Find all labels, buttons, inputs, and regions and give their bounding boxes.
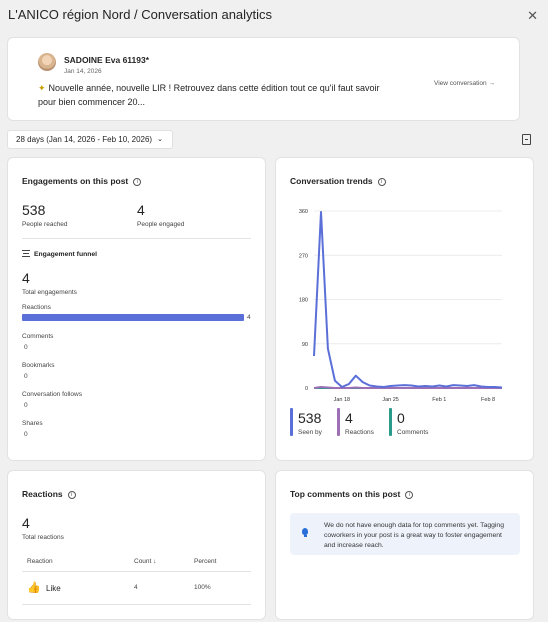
date-range-label: 28 days (Jan 14, 2026 - Feb 10, 2026) <box>16 135 153 144</box>
info-icon[interactable]: i <box>133 178 142 186</box>
post-text-line1: Nouvelle année, nouvelle LIR ! Retrouvez… <box>48 83 380 93</box>
top-comments-title-text: Top comments on this post <box>290 489 401 499</box>
info-icon[interactable]: i <box>405 491 414 499</box>
total-reactions-value: 4 <box>22 515 30 531</box>
post-date: Jan 14, 2026 <box>64 68 102 75</box>
top-comments-card: Top comments on this post i We do not hav… <box>275 470 534 620</box>
funnel-bar-reactions <box>22 314 244 321</box>
legend-bar-reactions <box>337 408 340 436</box>
post-author: SADOINE Eva 61193* <box>64 55 150 65</box>
thumbs-up-icon: 👍 <box>27 582 41 594</box>
lightbulb-icon <box>302 528 308 537</box>
y-tick-label: 270 <box>299 253 308 259</box>
bookmark-icon[interactable] <box>522 134 531 145</box>
page-title: L'ANICO région Nord / Conversation analy… <box>8 7 273 22</box>
funnel-value-bookmarks: 0 <box>24 373 28 380</box>
reaction-row-label: Like <box>46 584 61 593</box>
engaged-label: People engaged <box>137 221 185 228</box>
legend-value-seen: 538 <box>298 410 322 426</box>
total-engagements-value: 4 <box>22 270 30 286</box>
legend-label-reactions: Reactions <box>345 429 374 436</box>
funnel-label-bookmarks: Bookmarks <box>22 362 55 369</box>
x-tick-label: Feb 8 <box>481 397 495 403</box>
trends-card: Conversation trends i 360 270 180 90 0 Jan 18 J… <box>275 157 534 461</box>
funnel-value-follows: 0 <box>24 402 28 409</box>
view-conversation-link[interactable]: View conversation → <box>434 80 495 87</box>
legend-value-comments: 0 <box>397 410 405 426</box>
reactions-title-text: Reactions <box>22 489 63 499</box>
column-header-count[interactable]: Count ↓ <box>134 558 156 565</box>
top-comments-title: Top comments on this post i <box>290 489 414 499</box>
legend-bar-seen <box>290 408 293 436</box>
funnel-value-reactions: 4 <box>247 314 251 321</box>
date-range-dropdown[interactable]: 28 days (Jan 14, 2026 - Feb 10, 2026) ⌄ <box>7 130 173 149</box>
divider <box>22 604 251 605</box>
sparkle-icon: ✦ <box>38 83 46 93</box>
legend-label-comments: Comments <box>397 429 429 436</box>
total-reactions-label: Total reactions <box>22 534 64 541</box>
trend-chart[interactable]: 360 270 180 90 0 Jan 18 Jan 25 Feb 1 Feb 8 <box>276 198 535 413</box>
funnel-icon <box>22 250 30 257</box>
y-tick-label: 90 <box>302 342 308 348</box>
funnel-label-reactions: Reactions <box>22 304 51 311</box>
legend-bar-comments <box>389 408 392 436</box>
column-header-reaction: Reaction <box>27 558 53 565</box>
legend-label-seen: Seen by <box>298 429 322 436</box>
x-tick-label: Jan 18 <box>334 397 351 403</box>
y-tick-label: 360 <box>299 209 308 215</box>
funnel-label-comments: Comments <box>22 333 54 340</box>
funnel-label-follows: Conversation follows <box>22 391 82 398</box>
funnel-title-text: Engagement funnel <box>34 251 98 258</box>
reactions-card: Reactions i 4 Total reactions Reaction Co… <box>7 470 266 620</box>
engagements-card: Engagements on this post i 538 People rea… <box>7 157 266 461</box>
post-text-line2: pour bien commencer 20... <box>38 97 146 107</box>
engagements-title: Engagements on this post i <box>22 176 142 186</box>
info-message-box: We do not have enough data for top comme… <box>290 513 520 555</box>
x-tick-label: Jan 25 <box>382 397 399 403</box>
reaction-row-percent: 100% <box>194 584 211 591</box>
close-icon[interactable]: ✕ <box>527 8 538 24</box>
column-header-percent: Percent <box>194 558 217 565</box>
divider <box>22 238 251 239</box>
y-tick-label: 180 <box>299 298 308 304</box>
trends-title: Conversation trends i <box>290 176 386 186</box>
funnel-title: Engagement funnel <box>22 250 97 258</box>
x-tick-label: Feb 1 <box>432 397 446 403</box>
post-card: SADOINE Eva 61193* Jan 14, 2026 ✦ Nouvell… <box>7 37 520 121</box>
total-engagements-label: Total engagements <box>22 289 77 296</box>
legend-value-reactions: 4 <box>345 410 353 426</box>
funnel-value-comments: 0 <box>24 344 28 351</box>
avatar <box>38 53 56 71</box>
trends-title-text: Conversation trends <box>290 176 373 186</box>
info-icon[interactable]: i <box>377 178 386 186</box>
info-icon[interactable]: i <box>67 491 76 499</box>
reactions-title: Reactions i <box>22 489 76 499</box>
reached-label: People reached <box>22 221 68 228</box>
reaction-row-count: 4 <box>134 584 138 591</box>
info-message: We do not have enough data for top comme… <box>324 522 504 549</box>
post-text: ✦ Nouvelle année, nouvelle LIR ! Retrouve… <box>38 81 428 109</box>
engaged-value: 4 <box>137 202 145 218</box>
y-tick-label: 0 <box>305 386 308 392</box>
reached-value: 538 <box>22 202 46 218</box>
engagements-title-text: Engagements on this post <box>22 176 129 186</box>
funnel-value-shares: 0 <box>24 431 28 438</box>
divider <box>22 571 251 572</box>
funnel-label-shares: Shares <box>22 420 43 427</box>
chevron-down-icon: ⌄ <box>157 136 163 143</box>
